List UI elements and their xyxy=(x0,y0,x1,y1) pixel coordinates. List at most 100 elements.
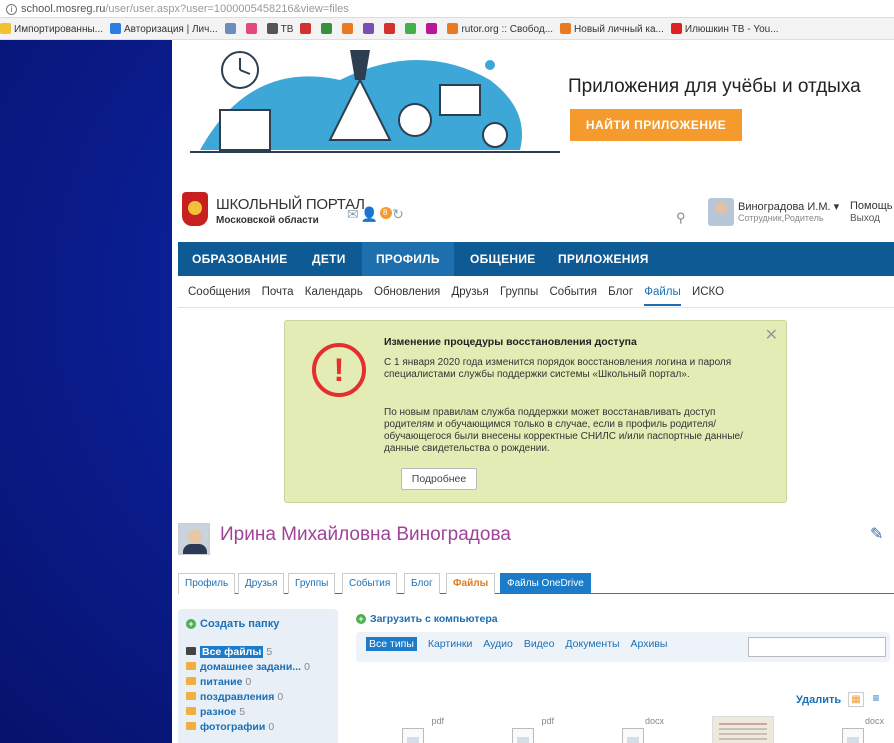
user-menu[interactable]: Виноградова И.М. ▾ xyxy=(738,200,839,213)
file-item[interactable]: pdf xyxy=(492,716,556,743)
folder-item[interactable]: поздравления 0 xyxy=(186,690,336,705)
delete-button[interactable]: Удалить xyxy=(796,694,841,706)
file-item[interactable]: docx xyxy=(602,716,666,743)
tab-profile[interactable]: Профиль xyxy=(178,573,236,594)
bookmark-icon xyxy=(245,23,257,34)
notifications-badge[interactable]: 8 xyxy=(380,207,393,219)
bookmark-item[interactable]: ТВ xyxy=(266,23,294,35)
image-thumbnail xyxy=(712,716,774,743)
file-search-input[interactable] xyxy=(748,637,886,657)
create-folder-button[interactable]: + Создать папку xyxy=(186,618,279,630)
nav-applications[interactable]: ПРИЛОЖЕНИЯ xyxy=(544,242,663,276)
profile-avatar[interactable] xyxy=(178,523,210,555)
banner-title: Приложения для учёбы и отдыха xyxy=(568,76,861,97)
close-icon[interactable]: ✕ xyxy=(765,325,778,345)
subnav-events[interactable]: События xyxy=(549,286,596,298)
info-icon[interactable]: i xyxy=(6,4,17,15)
bookmark-label: ТВ xyxy=(280,24,294,35)
folder-label: Все файлы xyxy=(200,646,264,658)
portal-title[interactable]: ШКОЛЬНЫЙ ПОРТАЛ xyxy=(216,196,365,213)
folder-item[interactable]: питание 0 xyxy=(186,675,336,690)
bookmark-item[interactable]: rutor.org :: Свобод... xyxy=(447,23,553,35)
subnav-isko[interactable]: ИСКО xyxy=(692,286,724,298)
help-link[interactable]: Помощь xyxy=(850,200,893,212)
user-avatar[interactable] xyxy=(708,198,734,226)
filter-all-types[interactable]: Все типы xyxy=(366,637,417,651)
document-icon xyxy=(842,728,864,743)
tab-blog[interactable]: Блог xyxy=(404,573,440,594)
bookmark-icon xyxy=(426,23,438,34)
list-view-icon[interactable]: ≡ xyxy=(868,692,884,707)
folder-item[interactable]: домашнее задани... 0 xyxy=(186,660,336,675)
bookmark-item[interactable] xyxy=(321,23,335,35)
browser-window: i school.mosreg.ru/user/user.aspx?user=10… xyxy=(0,0,894,743)
bookmark-item[interactable]: Авторизация | Лич... xyxy=(110,23,218,35)
chevron-down-icon: ▾ xyxy=(833,201,840,213)
filter-images[interactable]: Картинки xyxy=(428,638,473,650)
folder-item[interactable]: разное 5 xyxy=(186,705,336,720)
bookmark-item[interactable]: Илюшкин ТВ - You... xyxy=(670,23,779,35)
refresh-icon[interactable]: ↻ xyxy=(392,206,406,222)
nav-profile[interactable]: ПРОФИЛЬ xyxy=(362,242,454,276)
notice-paragraph-1: С 1 января 2020 года изменится порядок в… xyxy=(384,357,732,380)
subnav-friends[interactable]: Друзья xyxy=(451,286,488,298)
bookmarks-bar: Импортированны... Авторизация | Лич... ТВ r… xyxy=(0,18,894,40)
folder-count: 0 xyxy=(277,691,284,703)
folder-label: фотографии xyxy=(200,721,266,733)
file-extension: pdf xyxy=(431,716,444,726)
bookmark-item[interactable] xyxy=(224,23,239,35)
filter-audio[interactable]: Аудио xyxy=(483,638,513,650)
people-icon[interactable]: 👤 xyxy=(361,206,380,222)
document-icon xyxy=(512,728,534,743)
bookmark-item[interactable]: Импортированны... xyxy=(0,23,103,35)
portal-region[interactable]: Московской области xyxy=(216,215,319,226)
coat-of-arms-logo[interactable] xyxy=(182,192,208,226)
file-item[interactable]: docx xyxy=(822,716,886,743)
file-item[interactable]: pdf xyxy=(382,716,446,743)
folder-label: домашнее задани... xyxy=(200,661,302,673)
search-icon[interactable]: ⚲ xyxy=(676,210,686,226)
bookmark-item[interactable]: Новый личный ка... xyxy=(560,23,664,35)
filter-archives[interactable]: Архивы xyxy=(630,638,667,650)
bookmark-item[interactable] xyxy=(363,23,377,35)
file-item[interactable] xyxy=(712,716,776,743)
bookmark-item[interactable] xyxy=(300,23,314,35)
subnav-groups[interactable]: Группы xyxy=(500,286,538,298)
filter-video[interactable]: Видео xyxy=(524,638,555,650)
subnav-calendar[interactable]: Календарь xyxy=(305,286,363,298)
url-host: school.mosreg.ru xyxy=(21,3,106,15)
bookmark-icon xyxy=(342,23,354,34)
bookmark-item[interactable] xyxy=(405,23,419,35)
subnav-updates[interactable]: Обновления xyxy=(374,286,440,298)
tab-events[interactable]: События xyxy=(342,573,398,594)
nav-communication[interactable]: ОБЩЕНИЕ xyxy=(456,242,550,276)
upload-from-computer-button[interactable]: + Загрузить с компьютера xyxy=(356,613,498,625)
subnav-messages[interactable]: Сообщения xyxy=(188,286,250,298)
apps-banner[interactable]: Приложения для учёбы и отдыха НАЙТИ ПРИЛ… xyxy=(172,40,894,180)
folder-item[interactable]: фотографии 0 xyxy=(186,720,336,735)
nav-children[interactable]: ДЕТИ xyxy=(298,242,360,276)
tab-files[interactable]: Файлы xyxy=(446,573,496,594)
subnav-mail[interactable]: Почта xyxy=(262,286,294,298)
tab-friends[interactable]: Друзья xyxy=(238,573,285,594)
edit-icon[interactable]: ✎ xyxy=(870,524,890,544)
logout-link[interactable]: Выход xyxy=(850,213,880,224)
bookmark-icon xyxy=(224,23,236,34)
address-bar[interactable]: i school.mosreg.ru/user/user.aspx?user=10… xyxy=(0,0,894,18)
tab-groups[interactable]: Группы xyxy=(288,573,336,594)
messages-icon[interactable]: ✉ xyxy=(347,206,361,222)
nav-education[interactable]: ОБРАЗОВАНИЕ xyxy=(178,242,302,276)
bookmark-item[interactable] xyxy=(245,23,260,35)
tab-onedrive-files[interactable]: Файлы OneDrive xyxy=(500,573,591,594)
bookmark-item[interactable] xyxy=(342,23,356,35)
filter-documents[interactable]: Документы xyxy=(565,638,619,650)
subnav-files[interactable]: Файлы xyxy=(644,286,681,306)
grid-view-icon[interactable]: ▦ xyxy=(848,692,864,707)
folder-all-files[interactable]: Все файлы 5 xyxy=(186,645,336,660)
subnav-blog[interactable]: Блог xyxy=(608,286,633,298)
folder-count: 0 xyxy=(245,676,252,688)
more-button[interactable]: Подробнее xyxy=(401,468,477,490)
bookmark-item[interactable] xyxy=(384,23,398,35)
find-app-button[interactable]: НАЙТИ ПРИЛОЖЕНИЕ xyxy=(570,109,742,141)
bookmark-item[interactable] xyxy=(426,23,440,35)
